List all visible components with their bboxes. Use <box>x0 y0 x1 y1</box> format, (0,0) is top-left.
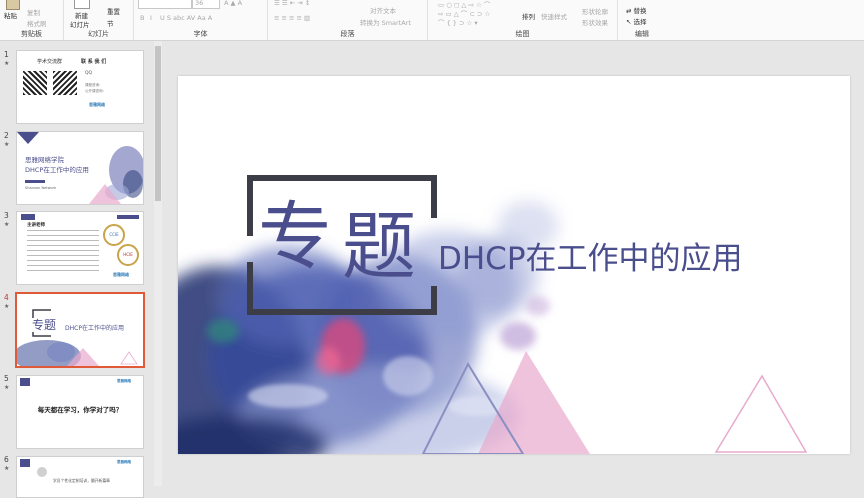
copy-button[interactable]: 复制 <box>27 7 40 17</box>
replace-button[interactable]: ⇄ 替换 <box>626 5 647 15</box>
slide-number-1: 1 <box>4 50 9 59</box>
thumb6-logo: 思雅网络 <box>117 460 131 464</box>
slide-number-2: 2 <box>4 131 9 140</box>
ribbon: 粘贴 复制 格式刷 剪贴板 新建 幻灯片 重置 节 幻灯片 36 A ▲ A B… <box>0 0 864 41</box>
slide-transition-star-4: ★ <box>4 303 10 310</box>
thumbnail-scrollbar-thumb[interactable] <box>155 46 161 201</box>
thumb4-title: DHCP在工作中的应用 <box>65 325 124 332</box>
font-group-label: 字体 <box>193 30 208 38</box>
thumb6-text: 学员个性化定制培训，翻开新篇章 <box>53 478 110 483</box>
drawing-group: ▭ ○ ◻ △ ⇨ ☆ ⌒ ⇨ ▭ △ ⌒ ⊂ ⊃ ☆ ⌒ { } ⊃ ☆ ▾ … <box>428 0 618 40</box>
select-button[interactable]: ↖ 选择 <box>626 16 647 26</box>
slide-thumbnail-2[interactable]: 思雅网络学院 DHCP在工作中的应用 Shannon Network <box>16 131 144 205</box>
thumb6-avatar <box>37 467 47 477</box>
thumb6-corner <box>20 459 30 467</box>
slide-transition-star-3: ★ <box>4 221 10 228</box>
thumb3-heading: 主讲老师 <box>27 223 45 228</box>
shapes-gallery-row3[interactable]: ⌒ { } ⊃ ☆ ▾ <box>438 17 478 27</box>
paste-icon[interactable] <box>6 0 20 10</box>
slide-canvas[interactable]: 专 题 DHCP在工作中的应用 <box>178 76 850 454</box>
slide-thumbnail-3[interactable]: 主讲老师 CCIE HCIE 思雅网络 <box>16 211 144 285</box>
bold-button[interactable]: B <box>140 14 144 22</box>
thumb3-cert1: CCIE <box>103 224 125 246</box>
section-button[interactable]: 节 <box>107 18 114 28</box>
clipboard-group: 粘贴 复制 格式刷 剪贴板 <box>0 0 64 40</box>
select-label: 选择 <box>633 18 647 26</box>
thumb3-text-block <box>27 230 99 274</box>
editing-group-label: 编辑 <box>635 30 649 38</box>
thumb2-line1: 思雅网络学院 <box>25 156 64 164</box>
thumb2-author: Shannon Network <box>25 186 57 190</box>
thumb1-phone2: 公开课咨询： <box>85 89 106 93</box>
thumb2-divider <box>25 180 45 183</box>
replace-label: 替换 <box>633 7 647 15</box>
thumb3-cert2: HCIE <box>117 244 139 266</box>
clipboard-group-label: 剪贴板 <box>21 30 42 38</box>
thumb4-zhuanti: 专题 <box>32 318 57 332</box>
thumb1-qq: QQ <box>85 71 93 76</box>
thumb2-line2: DHCP在工作中的应用 <box>25 166 89 174</box>
slide-title-text[interactable]: DHCP在工作中的应用 <box>438 233 743 278</box>
list-buttons[interactable]: ☰ ☰ ⇤ ⇥ ↕ <box>274 0 310 7</box>
slides-group-label: 幻灯片 <box>88 30 109 38</box>
align-text-button[interactable]: 对齐文本 <box>370 5 396 15</box>
thumb1-contact-title: 联 系 我 们 <box>81 59 107 65</box>
thumb3-logo: 思雅网络 <box>113 272 129 277</box>
title-char-ti[interactable]: 题 <box>342 202 416 292</box>
font-group: 36 A ▲ A B I U S abc AV Aa A 字体 <box>134 0 268 40</box>
font-size-value: 36 <box>195 0 204 7</box>
new-slide-icon[interactable] <box>74 0 90 9</box>
shape-outline-button[interactable]: 形状轮廓 <box>582 6 608 16</box>
paragraph-group: ☰ ☰ ⇤ ⇥ ↕ ≡ ≡ ≡ ≡ ▥ 对齐文本 转换为 SmartArt 段落 <box>268 0 428 40</box>
slides-group: 新建 幻灯片 重置 节 幻灯片 <box>64 0 134 40</box>
thumb5-text: 每天都在学习，你学对了吗？ <box>37 406 123 414</box>
slide-thumbnail-1[interactable]: 学术交流群 联 系 我 们 QQ 课程咨询： 公开课咨询： 思雅网络 <box>16 50 144 124</box>
grow-font-button[interactable]: A ▲ A <box>224 0 242 7</box>
editing-group: ⇄ 替换 ↖ 选择 编辑 <box>618 0 666 40</box>
slide-transition-star-6: ★ <box>4 465 10 472</box>
title-char-zhuan[interactable]: 专 <box>258 192 332 282</box>
thumb3-tag <box>117 215 139 219</box>
thumb1-group-title: 学术交流群 <box>37 59 63 65</box>
quick-styles-button[interactable]: 快速样式 <box>541 11 567 21</box>
arrange-button[interactable]: 排列 <box>522 11 535 21</box>
convert-smartart-button[interactable]: 转换为 SmartArt <box>360 17 411 27</box>
paste-button[interactable]: 粘贴 <box>4 10 17 20</box>
outline-triangle-right <box>714 374 808 453</box>
font-name-field[interactable] <box>138 0 192 9</box>
align-buttons[interactable]: ≡ ≡ ≡ ≡ ▥ <box>274 14 310 22</box>
slide-transition-star-5: ★ <box>4 384 10 391</box>
thumb3-corner <box>21 214 35 220</box>
thumb5-corner <box>20 378 30 386</box>
slide-number-6: 6 <box>4 455 9 464</box>
font-size-field[interactable]: 36 <box>192 0 220 9</box>
qr-code-1 <box>23 71 47 95</box>
slide-transition-star-2: ★ <box>4 141 10 148</box>
thumb1-logo: 思雅网络 <box>89 102 105 107</box>
paragraph-group-label: 段落 <box>340 30 355 38</box>
drawing-group-label: 绘图 <box>515 30 530 38</box>
qr-code-2 <box>53 71 77 95</box>
thumb5-logo: 思雅网络 <box>117 379 131 383</box>
thumb1-phone: 课程咨询： <box>85 83 103 87</box>
slide-thumbnail-5[interactable]: 思雅网络 每天都在学习，你学对了吗？ <box>16 375 144 449</box>
slide-transition-star-1: ★ <box>4 60 10 67</box>
slide-number-4: 4 <box>4 293 9 302</box>
format-painter-button[interactable]: 格式刷 <box>27 18 47 28</box>
slide-number-3: 3 <box>4 211 9 220</box>
italic-button[interactable]: I <box>150 14 152 22</box>
shape-effects-button[interactable]: 形状效果 <box>582 17 608 27</box>
slide-thumbnail-6[interactable]: 思雅网络 学员个性化定制培训，翻开新篇章 <box>16 456 144 498</box>
reset-button[interactable]: 重置 <box>107 6 120 16</box>
new-slide-label[interactable]: 幻灯片 <box>70 19 90 29</box>
text-style-buttons[interactable]: U S abc AV Aa A <box>160 14 212 22</box>
slide-thumbnail-4[interactable]: 专题 DHCP在工作中的应用 <box>15 292 145 368</box>
slide-number-5: 5 <box>4 374 9 383</box>
